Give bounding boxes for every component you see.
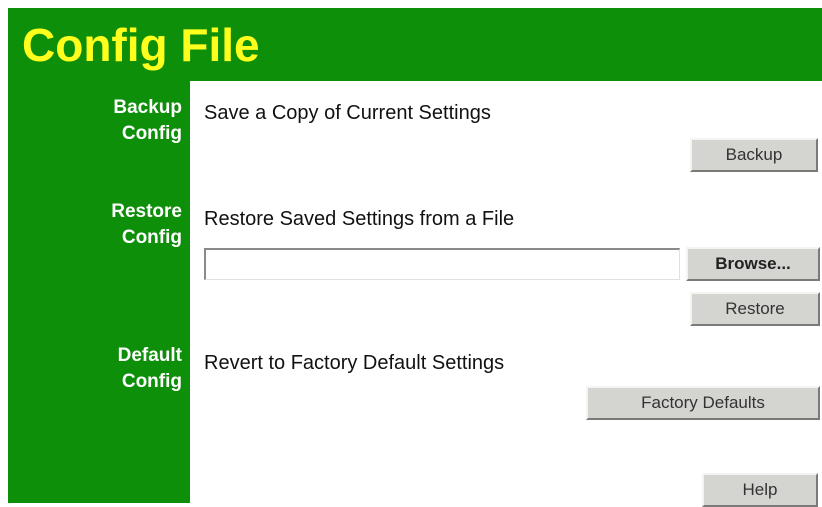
sidebar-label-line: Config [121, 371, 182, 392]
sidebar-label-line: Backup [113, 97, 182, 118]
sidebar-label-backup-config: Backup Config [22, 95, 182, 147]
page-title: Config File [22, 19, 260, 71]
backup-heading: Save a Copy of Current Settings [204, 102, 491, 124]
sidebar-label-default-config: Default Config [22, 343, 182, 395]
header-bar: Config File [8, 8, 822, 81]
sidebar-label-line: Default [117, 345, 182, 366]
browse-button[interactable]: Browse... [686, 247, 820, 281]
sidebar-label-line: Restore [111, 201, 182, 222]
restore-file-input[interactable] [204, 248, 680, 280]
sidebar-label-restore-config: Restore Config [22, 199, 182, 251]
main-content: Save a Copy of Current Settings Backup R… [190, 81, 822, 507]
factory-defaults-button[interactable]: Factory Defaults [586, 386, 820, 420]
restore-heading: Restore Saved Settings from a File [204, 208, 515, 230]
restore-button[interactable]: Restore [690, 292, 820, 326]
default-heading: Revert to Factory Default Settings [204, 352, 505, 374]
backup-button[interactable]: Backup [690, 138, 818, 172]
sidebar-label-line: Config [121, 227, 182, 248]
config-file-panel: Config File Backup Config Restore Config… [8, 8, 822, 507]
sidebar-label-line: Config [121, 123, 182, 144]
help-button[interactable]: Help [702, 473, 818, 507]
sidebar: Backup Config Restore Config Default Con… [8, 81, 190, 503]
